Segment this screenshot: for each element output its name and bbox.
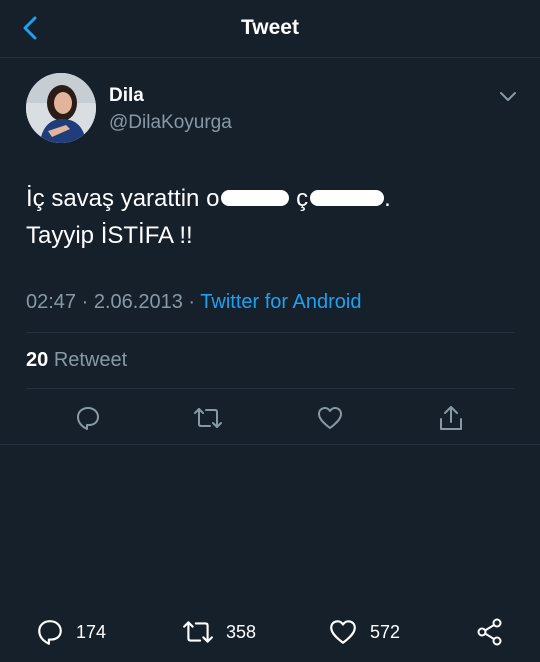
heart-icon <box>318 407 342 429</box>
share-button[interactable] <box>436 403 466 433</box>
tweet-text-fragment: ç <box>296 185 309 212</box>
tweet-line-2: Tayyip İSTİFA !! <box>26 222 193 249</box>
heart-icon <box>330 620 356 644</box>
meta-separator: · <box>81 291 89 313</box>
censored-redaction <box>221 189 290 206</box>
avatar[interactable] <box>26 73 96 143</box>
retweet-label: Retweet <box>53 349 128 371</box>
tweet-line-1: İç savaş yarattin o ç. <box>26 180 516 217</box>
censored-redaction <box>310 189 385 206</box>
reply-icon <box>77 407 99 430</box>
retweet-count: 20 <box>26 349 49 371</box>
retweet-icon <box>183 621 213 643</box>
tweet-source-link[interactable]: Twitter for Android <box>200 291 361 313</box>
retweet-button[interactable] <box>193 403 223 433</box>
divider <box>26 388 514 389</box>
bottom-reply-button[interactable]: 174 <box>36 617 106 647</box>
meta-separator: · <box>188 291 196 313</box>
tweet-text-fragment: . <box>384 185 391 212</box>
author-handle[interactable]: @DilaKoyurga <box>109 112 232 134</box>
tweet-metadata: 02:47 · 2.06.2013 · Twitter for Android <box>26 291 361 314</box>
reply-button[interactable] <box>73 403 103 433</box>
bottom-like-button[interactable]: 572 <box>328 617 400 647</box>
top-bar: Tweet <box>0 0 540 58</box>
divider <box>26 332 514 333</box>
tweet-date: 2.06.2013 <box>93 291 183 313</box>
bottom-retweet-button[interactable]: 358 <box>182 617 256 647</box>
retweet-stats-link[interactable]: 20 Retweet <box>26 349 127 372</box>
divider <box>0 444 540 445</box>
like-count: 572 <box>370 621 401 642</box>
tweet-text: İç savaş yarattin o ç. Tayyip İSTİFA !! <box>26 180 516 254</box>
retweet-icon <box>194 408 222 428</box>
reply-count: 174 <box>76 621 107 642</box>
tweet-options-button[interactable] <box>496 85 520 109</box>
author-display-name[interactable]: Dila <box>109 85 144 107</box>
chevron-down-icon <box>500 92 516 101</box>
like-button[interactable] <box>315 403 345 433</box>
reply-icon <box>38 620 62 645</box>
tweet-text-fragment: İç savaş yarattin o <box>26 185 220 212</box>
bottom-share-button[interactable] <box>476 617 504 647</box>
retweet-total: 358 <box>226 621 257 642</box>
page-title: Tweet <box>241 16 299 39</box>
tweet-time: 02:47 <box>26 291 77 313</box>
share-icon <box>440 406 462 430</box>
profile-photo <box>26 73 96 143</box>
share-network-icon <box>477 618 502 646</box>
